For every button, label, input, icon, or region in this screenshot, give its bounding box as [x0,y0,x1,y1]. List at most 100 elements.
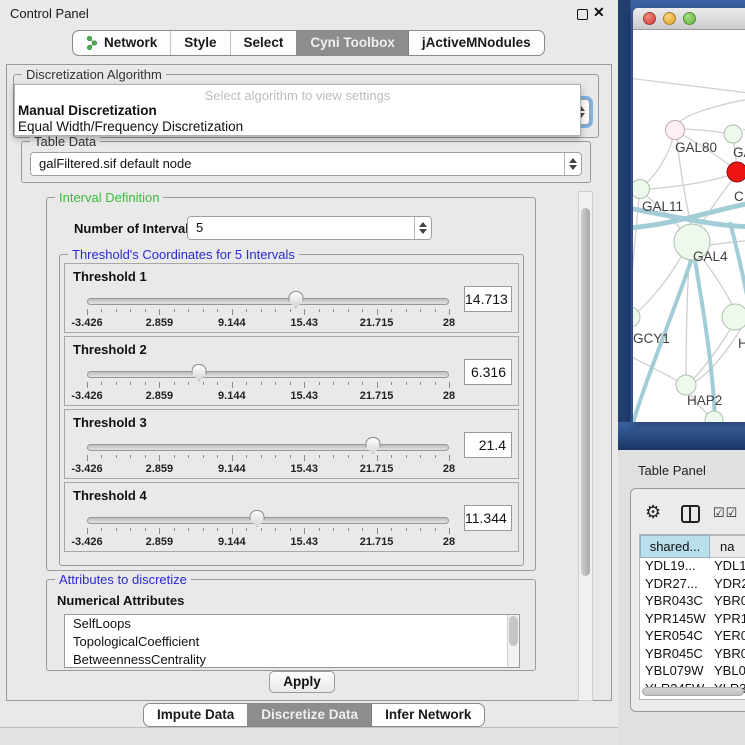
threshold-slider[interactable]: -3.426 2.859 9.144 15.43 21.715 28 [87,507,449,551]
network-view-window[interactable]: GAL80 GA C GAL11 GAL4 GCY1 H HAP2 [633,8,745,422]
node-gal80[interactable] [666,121,685,140]
columns-icon[interactable] [681,505,700,523]
close-icon[interactable]: ✕ [593,4,605,21]
threshold-panel-1: Threshold 1 -3.426 2.859 9.144 15.43 21.… [64,263,519,333]
threshold-value-field[interactable]: 14.713 [464,286,512,312]
table-horizontal-scrollbar[interactable] [642,687,744,696]
threshold-label: Threshold 1 [73,269,147,284]
tab-jactivemnodules[interactable]: jActiveMNodules [408,31,544,55]
network-window-titlebar[interactable] [633,8,745,30]
interval-definition-label: Interval Definition [55,190,163,205]
network-canvas[interactable]: GAL80 GA C GAL11 GAL4 GCY1 H HAP2 [633,30,745,422]
tab-discretize-data[interactable]: Discretize Data [247,704,371,726]
scrollbar-thumb[interactable] [581,208,590,576]
table-data-group: Table Data galFiltered.sif default node [21,141,591,183]
label-hap2: HAP2 [687,393,722,408]
label-c: C [734,189,744,204]
algorithm-option-manual[interactable]: Manual Discretization [15,103,580,119]
panel-scrollbar[interactable] [578,191,593,701]
label-gal80: GAL80 [675,140,717,155]
threshold-slider[interactable]: -3.426 2.859 9.144 15.43 21.715 28 [87,361,449,405]
node-selected-red[interactable] [727,162,745,182]
apply-button[interactable]: Apply [269,671,335,693]
slider-thumb[interactable] [192,364,207,381]
zoom-traffic-light-icon[interactable] [683,12,696,25]
float-window-icon[interactable] [577,9,588,20]
discretization-algorithm-label: Discretization Algorithm [22,67,166,82]
threshold-label: Threshold 4 [73,488,147,503]
slider-track[interactable] [87,298,449,305]
slider-track[interactable] [87,517,449,524]
table-row[interactable]: YDL19...YDL1 [640,558,745,576]
table-row[interactable]: YDR27...YDR2 [640,576,745,594]
number-of-intervals-label: Number of Intervals [74,221,196,236]
slider-thumb[interactable] [288,291,303,308]
numerical-attributes-label: Numerical Attributes [57,593,184,608]
table-rows: YDL19...YDL1 YDR27...YDR2 YBR043CYBR0 YP… [640,558,745,699]
threshold-label: Threshold 3 [73,415,147,430]
slider-ticks [87,382,449,389]
slider-tick-labels: -3.426 2.859 9.144 15.43 21.715 28 [87,390,449,402]
list-item[interactable]: TopologicalCoefficient [65,633,519,651]
thresholds-group-label: Threshold's Coordinates for 5 Intervals [68,247,299,262]
list-scrollbar[interactable] [507,615,519,667]
control-panel: Control Panel ✕ Network Style Select Cyn… [0,0,618,745]
threshold-value-field[interactable]: 21.4 [464,432,512,458]
slider-tick-labels: -3.426 2.859 9.144 15.43 21.715 28 [87,463,449,475]
numerical-attributes-list[interactable]: SelfLoops TopologicalCoefficient Between… [64,614,520,668]
algorithm-option-equal-width[interactable]: Equal Width/Frequency Discretization [15,119,580,135]
node-table[interactable]: shared... na YDL19...YDL1 YDR27...YDR2 Y… [639,534,745,700]
tab-infer-network[interactable]: Infer Network [371,704,484,726]
column-header-shared[interactable]: shared... [640,535,710,558]
bottom-tab-bar: Impute Data Discretize Data Infer Networ… [143,703,485,727]
close-traffic-light-icon[interactable] [643,12,656,25]
table-panel-title: Table Panel [638,463,706,478]
number-of-intervals-combobox[interactable]: 5 [187,216,432,240]
threshold-slider[interactable]: -3.426 2.859 9.144 15.43 21.715 28 [87,434,449,478]
gear-icon[interactable]: ⚙ [645,502,661,523]
label-gcy1: GCY1 [633,331,670,346]
node-hap2[interactable] [676,375,696,395]
node[interactable] [724,125,742,143]
table-row[interactable]: YBR043CYBR0 [640,593,745,611]
slider-track[interactable] [87,371,449,378]
table-row[interactable]: YBR045CYBR0 [640,646,745,664]
label-gal4: GAL4 [693,249,728,264]
table-row[interactable]: YPR145WYPR1 [640,611,745,629]
combo-stepper-icon[interactable] [564,153,581,175]
combo-stepper-icon[interactable] [414,217,431,239]
minimize-traffic-light-icon[interactable] [663,12,676,25]
table-row[interactable]: YIL052CYIL0 [640,698,745,700]
network-graph: GAL80 GA C GAL11 GAL4 GCY1 H HAP2 [633,30,745,422]
tab-impute-data[interactable]: Impute Data [144,704,247,726]
interval-definition-group: Interval Definition Number of Intervals … [46,197,536,571]
table-row[interactable]: YBL079WYBL0 [640,663,745,681]
node-gal11[interactable] [633,180,650,199]
select-columns-checkboxes-icon[interactable]: ☑☑ [713,505,738,521]
panel-title: Control Panel [10,6,89,21]
list-item[interactable]: BetweennessCentrality [65,651,519,668]
column-header-name[interactable]: na [710,535,745,558]
threshold-value-field[interactable]: 11.344 [464,505,512,531]
algorithm-dropdown-popup: Select algorithm to view settings Manual… [14,84,581,136]
slider-thumb[interactable] [365,437,380,454]
tab-network[interactable]: Network [73,31,170,55]
threshold-slider[interactable]: -3.426 2.859 9.144 15.43 21.715 28 [87,288,449,332]
label-gal11: GAL11 [642,199,683,214]
table-data-combobox[interactable]: galFiltered.sif default node [30,152,582,176]
tab-style[interactable]: Style [170,31,229,55]
table-data-label: Table Data [30,134,100,149]
threshold-value-field[interactable]: 6.316 [464,359,512,385]
tab-cyni-toolbox[interactable]: Cyni Toolbox [296,31,408,55]
table-panel: Table Panel ⚙ ☑☑ shared... na YDL19...YD… [618,450,745,745]
list-item[interactable]: SelfLoops [65,615,519,633]
node[interactable] [722,304,745,330]
table-row[interactable]: YER054CYER0 [640,628,745,646]
node[interactable] [705,411,723,422]
slider-tick-labels: -3.426 2.859 9.144 15.43 21.715 28 [87,536,449,548]
cyni-toolbox-panel: Discretization Algorithm Table Data galF… [6,64,612,701]
threshold-panel-2: Threshold 2 -3.426 2.859 9.144 15.43 21.… [64,336,519,406]
slider-thumb[interactable] [250,510,265,527]
tab-select[interactable]: Select [230,31,297,55]
slider-track[interactable] [87,444,449,451]
